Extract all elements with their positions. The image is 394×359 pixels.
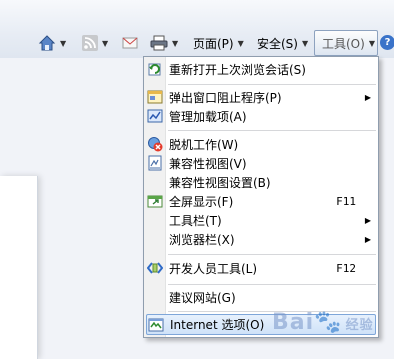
page-menu-label: 页面(P) [193,36,234,51]
tools-menu-label: 工具(O) [322,36,365,51]
reopen-session-icon [147,61,163,77]
chevron-down-icon: ▼ [301,38,309,48]
feeds-dropdown-arrow[interactable]: ▼ [102,39,108,48]
menu-item-compat-view[interactable]: 兼容性视图(V) [146,153,376,174]
tools-dropdown-menu: 重新打开上次浏览会话(S) 弹出窗口阻止程序(P) ▶ 管理加载项(A) 脱机工… [143,56,379,338]
home-icon [38,35,56,51]
internet-options-icon [148,317,164,333]
menu-item-label: 全屏显示(F) [169,195,234,209]
mail-icon [122,37,138,49]
work-offline-icon [147,136,163,152]
menu-item-label: 建议网站(G) [169,291,236,305]
menu-item-label: 弹出窗口阻止程序(P) [169,91,282,105]
shortcut-label: F11 [336,195,356,208]
menu-item-suggested-sites[interactable]: 建议网站(G) [146,287,376,308]
menu-item-label: 兼容性视图(V) [169,157,247,171]
command-bar: ▼ ▼ ▼ 页面(P) ▼ 安全(S) ▼ 工具(O) ▼ ? [0,0,394,58]
menu-item-compat-view-settings[interactable]: 兼容性视图设置(B) [146,172,376,193]
help-icon[interactable]: ? [380,35,394,50]
watermark-paw-icon: 🐾 [314,310,343,335]
menu-item-popup-blocker[interactable]: 弹出窗口阻止程序(P) ▶ [146,87,376,108]
menu-item-reopen-session[interactable]: 重新打开上次浏览会话(S) [146,59,376,80]
developer-tools-icon [147,260,163,276]
watermark-logo: Bai🐾 经验 [272,310,374,344]
menu-separator [168,254,376,255]
rss-feed-icon [82,35,98,51]
page-preview [0,176,38,359]
menu-item-label: 浏览器栏(X) [169,233,235,247]
chevron-down-icon: ▼ [237,38,244,48]
menu-item-label: 开发人员工具(L) [169,262,258,276]
menu-item-label: Internet 选项(O) [170,318,265,332]
submenu-arrow-icon: ▶ [364,93,371,102]
menu-item-developer-tools[interactable]: 开发人员工具(L) F12 [146,258,376,279]
feeds-button[interactable]: ▼ [82,31,108,55]
menu-item-toolbars[interactable]: 工具栏(T) ▶ [146,210,376,231]
menu-item-fullscreen[interactable]: 全屏显示(F) F11 [146,191,376,212]
printer-icon [150,35,168,51]
watermark-subtext: 经验 [345,318,374,333]
menu-item-work-offline[interactable]: 脱机工作(W) [146,134,376,155]
fullscreen-icon [147,193,163,209]
manage-addons-icon [147,108,163,124]
menu-separator [168,130,376,131]
menu-separator [168,84,376,85]
menu-separator [168,284,376,285]
menu-item-label: 管理加载项(A) [169,110,247,124]
print-button[interactable]: ▼ [150,31,178,55]
menu-item-explorer-bars[interactable]: 浏览器栏(X) ▶ [146,229,376,250]
shortcut-label: F12 [336,262,356,275]
popup-blocker-icon [147,89,163,105]
print-dropdown-arrow[interactable]: ▼ [172,39,178,48]
menu-item-label: 兼容性视图设置(B) [169,176,271,190]
page-menu-button[interactable]: 页面(P) ▼ [193,31,244,55]
menu-item-manage-addons[interactable]: 管理加载项(A) [146,106,376,127]
watermark-text: Bai [272,310,315,335]
submenu-arrow-icon: ▶ [364,235,371,244]
chevron-down-icon: ▼ [368,38,375,48]
compat-view-icon [147,155,163,171]
menu-item-label: 脱机工作(W) [169,138,239,152]
safety-menu-button[interactable]: 安全(S) ▼ [257,31,308,55]
safety-menu-label: 安全(S) [257,36,298,51]
menu-item-label: 重新打开上次浏览会话(S) [169,63,306,77]
read-mail-button[interactable] [122,31,138,55]
home-dropdown-arrow[interactable]: ▼ [60,39,66,48]
home-button[interactable]: ▼ [38,31,66,55]
menu-item-label: 工具栏(T) [169,214,222,228]
tools-menu-button[interactable]: 工具(O) ▼ [314,30,378,56]
submenu-arrow-icon: ▶ [364,216,371,225]
